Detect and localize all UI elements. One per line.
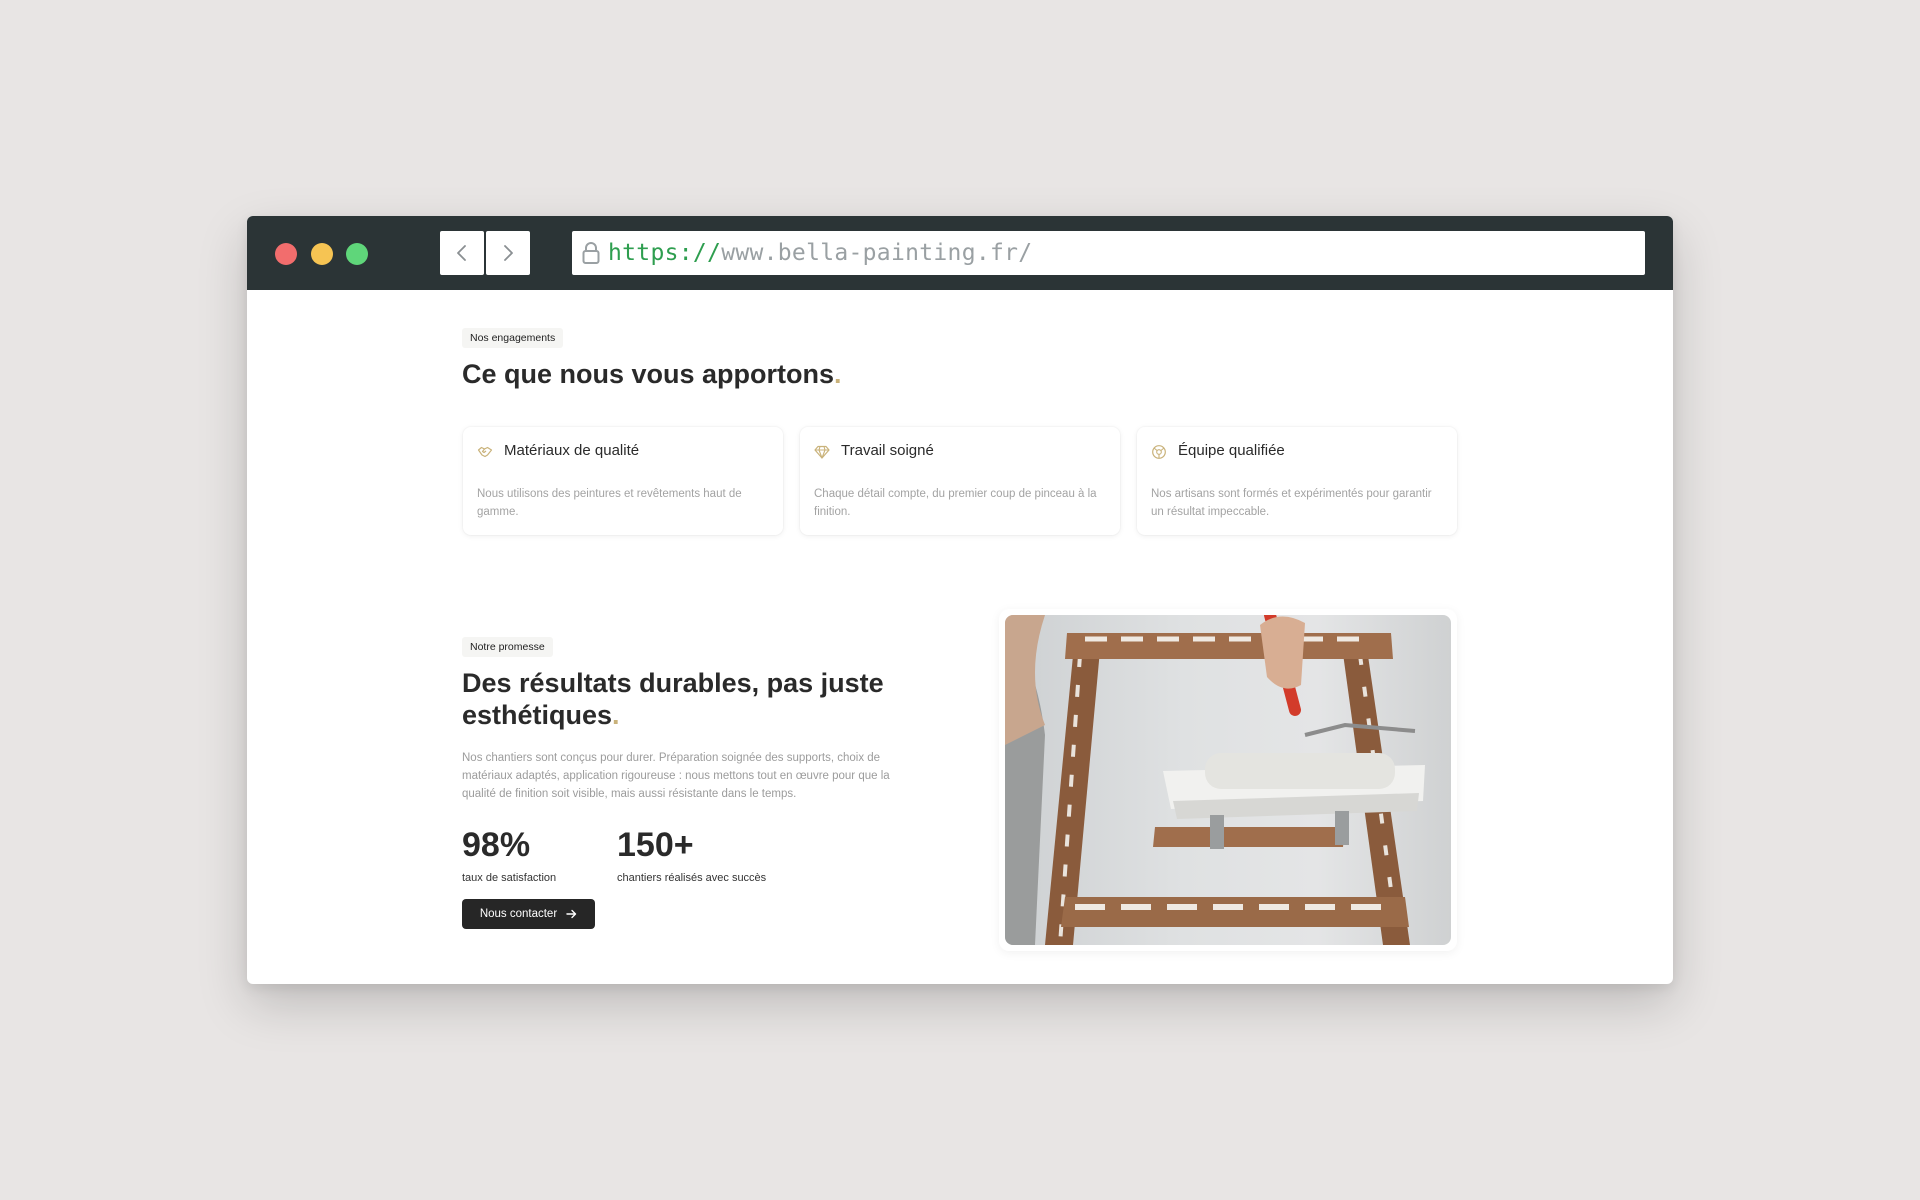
- stat-label-satisfaction: taux de satisfaction: [462, 872, 557, 884]
- section-title-text: Ce que nous vous apportons: [462, 359, 835, 389]
- contact-button[interactable]: Nous contacter: [462, 899, 595, 929]
- section-title-line1: Des résultats durables, pas juste: [462, 668, 884, 698]
- painter-ladder-photo: [1005, 615, 1451, 945]
- minimize-window-button[interactable]: [311, 243, 333, 265]
- forward-button[interactable]: [486, 231, 530, 275]
- section-title-promesse: Des résultats durables, pas juste esthéti…: [462, 667, 942, 731]
- maximize-window-button[interactable]: [346, 243, 368, 265]
- feature-card-materiaux: Matériaux de qualité Nous utilisons des …: [463, 427, 783, 535]
- stat-label-chantiers: chantiers réalisés avec succès: [617, 872, 767, 884]
- title-accent-dot: .: [612, 700, 620, 730]
- diamond-icon: [814, 444, 830, 460]
- handshake-icon: [477, 444, 493, 460]
- section-title-line2: esthétiques: [462, 700, 613, 730]
- photo-frame: [999, 609, 1457, 951]
- title-accent-dot: .: [834, 359, 842, 389]
- team-icon: [1151, 444, 1167, 460]
- feature-card-description: Chaque détail compte, du premier coup de…: [814, 488, 1097, 518]
- lock-icon: [580, 240, 602, 266]
- stat-value-chantiers: 150+: [617, 826, 694, 864]
- contact-button-label: Nous contacter: [479, 908, 558, 920]
- feature-card-title: Travail soigné: [841, 442, 934, 459]
- section-title-engagements: Ce que nous vous apportons.: [462, 358, 842, 390]
- browser-titlebar: https://www.bella-painting.fr/: [247, 216, 1673, 290]
- feature-card-equipe: Équipe qualifiée Nos artisans sont formé…: [1137, 427, 1457, 535]
- browser-window: https://www.bella-painting.fr/ Nos engag…: [247, 216, 1673, 984]
- address-bar[interactable]: https://www.bella-painting.fr/: [572, 231, 1645, 275]
- feature-card-title: Matériaux de qualité: [504, 442, 640, 459]
- promesse-paragraph: Nos chantiers sont conçus pour durer. Pr…: [462, 752, 890, 800]
- feature-card-title: Équipe qualifiée: [1178, 442, 1285, 459]
- url-text: https://www.bella-painting.fr/: [608, 240, 1032, 266]
- section-pill-engagements: Nos engagements: [462, 328, 564, 348]
- url-host: www.bella-painting.fr/: [721, 240, 1033, 266]
- back-button[interactable]: [440, 231, 484, 275]
- url-protocol: https://: [608, 240, 722, 266]
- feature-card-description: Nous utilisons des peintures et revêteme…: [477, 488, 742, 518]
- arrow-right-icon: [566, 909, 577, 919]
- stat-value-satisfaction: 98%: [462, 826, 531, 864]
- chevron-right-icon: [504, 245, 513, 261]
- page-content: Nos engagements Ce que nous vous apporto…: [247, 290, 1673, 984]
- close-window-button[interactable]: [275, 243, 297, 265]
- chevron-left-icon: [457, 245, 466, 261]
- feature-card-description: Nos artisans sont formés et expérimentés…: [1151, 488, 1432, 518]
- section-pill-promesse: Notre promesse: [462, 637, 553, 657]
- feature-card-travail: Travail soigné Chaque détail compte, du …: [800, 427, 1120, 535]
